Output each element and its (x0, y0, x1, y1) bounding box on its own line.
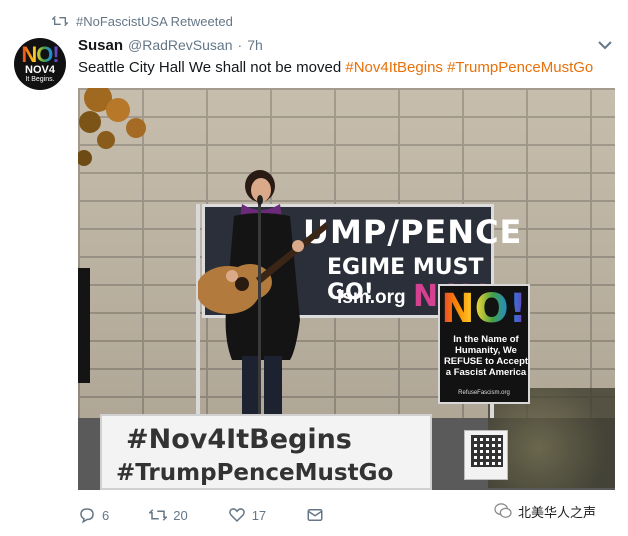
chevron-down-icon[interactable] (597, 38, 613, 52)
avatar-begins-text: It Begins. (25, 75, 55, 83)
retweet-icon (52, 15, 68, 27)
banner-line-1: UMP/PENCE (303, 213, 523, 251)
envelope-icon (307, 509, 323, 521)
tweet-body: Seattle City Hall We shall not be moved (78, 59, 342, 76)
like-button[interactable]: 17 (228, 506, 266, 524)
direct-message-button[interactable] (306, 506, 324, 524)
no-sign-text: In the Name of Humanity, We REFUSE to Ac… (443, 334, 529, 378)
avatar[interactable]: NO! NOV4 It Begins. (14, 38, 66, 90)
qr-sign (464, 430, 508, 480)
banner-line-3: ism.org (337, 287, 406, 308)
side-sign (78, 268, 90, 383)
retweet-count: 20 (173, 507, 188, 523)
hashtag-banner-line-1: #Nov4ItBegins (126, 424, 352, 455)
retweet-label: #NoFascistUSA Retweeted (76, 13, 233, 29)
retweet-icon (149, 509, 168, 521)
tweet-time[interactable]: 7h (247, 37, 263, 53)
avatar-nov-text: NOV4 (25, 63, 55, 76)
tweet-photo[interactable]: UMP/PENCE EGIME MUST GO! ism.org NOV4 NO… (78, 88, 615, 490)
qr-code (471, 435, 503, 467)
watermark-text: 北美华人之声 (518, 505, 597, 521)
reply-icon (80, 508, 94, 524)
separator-dot: · (237, 37, 243, 53)
tweet-header: Susan @RadRevSusan · 7h (78, 37, 263, 55)
hashtag-banner: #Nov4ItBegins #TrumpPenceMustGo (100, 414, 432, 490)
no-sign-title: NO! (441, 286, 527, 332)
reply-button[interactable]: 6 (78, 506, 109, 524)
wechat-icon (494, 503, 512, 518)
reply-count: 6 (102, 507, 110, 523)
like-count: 17 (251, 507, 267, 523)
avatar-no-text: NO! (21, 41, 59, 67)
retweet-indicator: #NoFascistUSA Retweeted (52, 12, 233, 30)
hashtag-banner-line-2: #TrumpPenceMustGo (116, 460, 394, 486)
tweet-actions: 6 20 17 (78, 504, 364, 526)
tweet-text: Seattle City Hall We shall not be moved … (78, 58, 593, 78)
author-handle[interactable]: @RadRevSusan (128, 37, 233, 53)
singer-with-guitar (198, 170, 328, 416)
autumn-leaves (78, 88, 146, 166)
hashtag-link[interactable]: #TrumpPenceMustGo (447, 59, 593, 76)
retweet-button[interactable]: 20 (149, 506, 188, 524)
heart-icon (228, 508, 245, 523)
no-sign-url: RefuseFascism.org (458, 390, 510, 396)
no-sign: NO! In the Name of Humanity, We REFUSE t… (438, 284, 530, 404)
watermark: 北美华人之声 (494, 501, 596, 521)
author-name[interactable]: Susan (78, 37, 123, 54)
hashtag-link[interactable]: #Nov4ItBegins (345, 59, 443, 76)
